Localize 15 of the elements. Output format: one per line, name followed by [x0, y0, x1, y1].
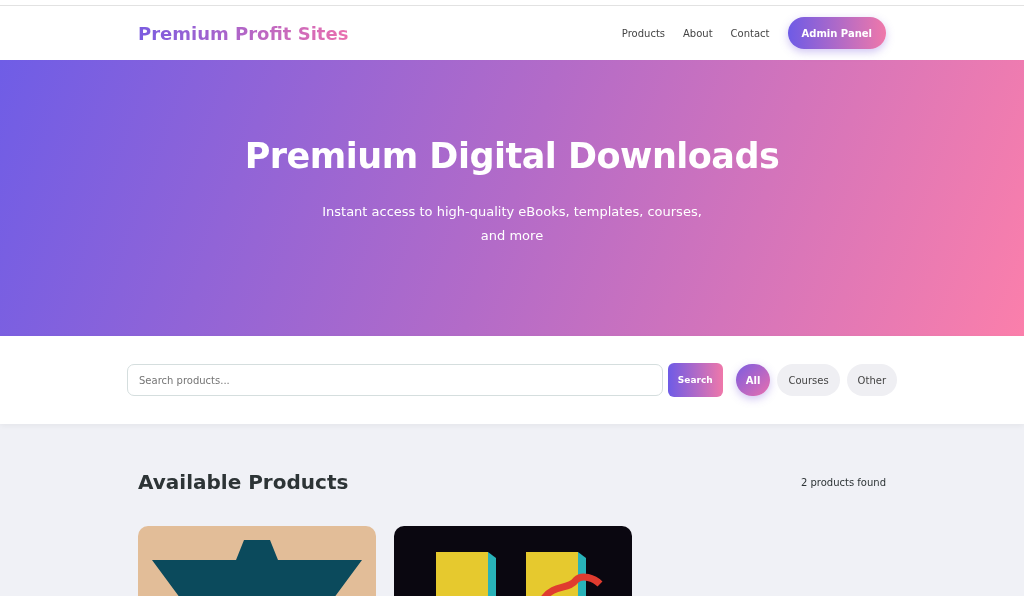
search-button[interactable]: Search: [667, 363, 723, 397]
product-card[interactable]: [138, 526, 376, 596]
product-count: 2 products found: [800, 476, 886, 488]
nav-link[interactable]: About: [683, 27, 713, 39]
filter-chip[interactable]: All: [735, 364, 771, 396]
section-title: Available Products: [138, 470, 349, 494]
admin-panel-button[interactable]: Admin Panel: [787, 17, 886, 49]
nav-link[interactable]: Contact: [730, 27, 770, 39]
product-card[interactable]: [394, 526, 632, 596]
filter-chip[interactable]: Other: [846, 364, 897, 396]
filter-chip[interactable]: Courses: [777, 364, 840, 396]
search-field[interactable]: Search products...: [127, 364, 663, 396]
nav-link[interactable]: Products: [621, 27, 666, 39]
hero-title: Premium Digital Downloads: [244, 136, 780, 176]
hero-subtitle: Instant access to high-quality eBooks, templates, courses, and more: [322, 203, 702, 245]
